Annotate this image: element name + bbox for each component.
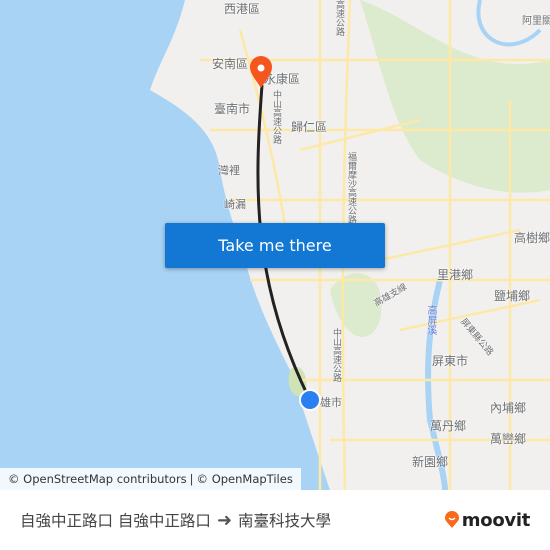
attribution-separator: | [189,472,194,486]
destination-pin-icon[interactable] [250,56,272,88]
route-summary: 自強中正路口 自強中正路口 ➜ 南臺科技大學 [20,509,331,531]
moovit-wordmark: moovit [461,509,531,531]
footer: 自強中正路口 自強中正路口 ➜ 南臺科技大學 moovit [0,490,550,550]
moovit-logo[interactable]: moovit [444,510,530,531]
origin-name: 自強中正路口 自強中正路口 [20,512,211,530]
destination-name: 南臺科技大學 [238,512,332,530]
map-attribution: © OpenStreetMap contributors | © OpenMap… [0,468,301,490]
map[interactable]: 西港區 安南區 永康區 臺南市 歸仁區 灣裡 崎漏 阿里關 高樹鄉 里港鄉 鹽埔… [0,0,550,490]
arrow-right-icon: ➜ [216,509,233,531]
origin-dot[interactable] [299,389,321,411]
take-me-there-button[interactable]: Take me there [165,223,385,268]
osm-attribution-link[interactable]: © OpenStreetMap contributors [8,472,187,486]
openmaptiles-attribution-link[interactable]: © OpenMapTiles [197,472,293,486]
moovit-pin-icon [444,511,459,528]
